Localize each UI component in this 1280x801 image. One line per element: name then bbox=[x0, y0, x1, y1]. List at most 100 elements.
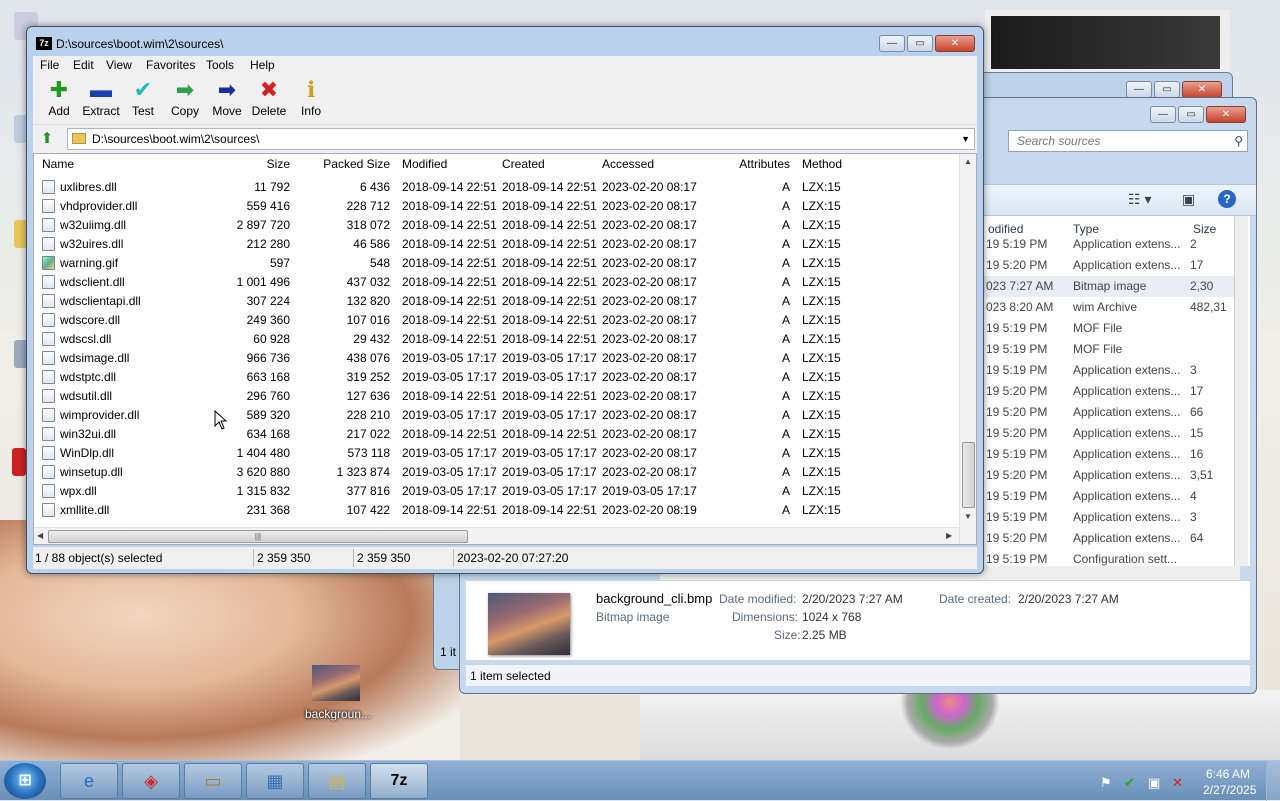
file-row[interactable]: wdsclientapi.dll 307 224 132 820 2018-09-14… bbox=[34, 292, 959, 311]
file-row[interactable]: uxlibres.dll 11 792 6 436 2018-09-14 22:51 2… bbox=[34, 178, 959, 197]
horizontal-scroll-thumb[interactable]: ||| bbox=[48, 530, 468, 543]
file-row[interactable]: vhdprovider.dll 559 416 228 712 2018-09-14 … bbox=[34, 197, 959, 216]
file-attributes: A bbox=[781, 427, 790, 441]
file-packed-size: 132 820 bbox=[346, 294, 390, 308]
flag-icon[interactable]: ⚑ bbox=[1100, 775, 1112, 791]
windows-start-icon[interactable]: ⊞ bbox=[4, 763, 46, 799]
file-row[interactable]: wpx.dll 1 315 832 377 816 2019-03-05 17:17 2… bbox=[34, 482, 959, 501]
file-row[interactable]: wimprovider.dll 589 320 228 210 2019-03-05 … bbox=[34, 406, 959, 425]
file-packed-size: 217 022 bbox=[346, 427, 390, 441]
vertical-scroll-thumb[interactable] bbox=[962, 442, 975, 508]
file-row[interactable]: WinDlp.dll 1 404 480 573 118 2019-03-05 17:… bbox=[34, 444, 959, 463]
taskbar-7zip-button[interactable]: 7z bbox=[370, 763, 428, 799]
address-input[interactable]: D:\sources\boot.wim\2\sources\ ▼ bbox=[67, 128, 975, 150]
file-row[interactable]: wdscore.dll 249 360 107 016 2018-09-14 22:5… bbox=[34, 311, 959, 330]
file-row[interactable]: wdscsl.dll 60 928 29 432 2018-09-14 22:51 20… bbox=[34, 330, 959, 349]
move-button[interactable]: ➡ Move bbox=[205, 78, 249, 122]
file-row[interactable]: wdstptc.dll 663 168 319 252 2019-03-05 17:1… bbox=[34, 368, 959, 387]
vertical-scrollbar[interactable]: ▲ ▼ bbox=[959, 154, 976, 544]
preview-pane-icon[interactable]: ▣ bbox=[1182, 191, 1195, 208]
minimize-button[interactable]: — bbox=[1126, 81, 1152, 98]
menu-help[interactable]: Help bbox=[250, 58, 275, 72]
close-button[interactable]: ✕ bbox=[1182, 81, 1222, 98]
scroll-up-icon[interactable]: ▲ bbox=[964, 157, 972, 166]
copy-arrow-icon: ➡ bbox=[175, 77, 195, 102]
column-method[interactable]: Method bbox=[802, 157, 842, 171]
7zip-app-icon[interactable]: 7z bbox=[36, 37, 52, 50]
close-button[interactable]: ✕ bbox=[1206, 106, 1246, 123]
row-modified: 19 5:19 PM bbox=[986, 489, 1048, 503]
column-size[interactable]: Size bbox=[214, 157, 290, 171]
network-icon[interactable]: ▣ bbox=[1148, 775, 1160, 791]
scroll-left-icon[interactable]: ◀ bbox=[37, 531, 43, 540]
dropdown-arrow-icon[interactable]: ▼ bbox=[961, 134, 970, 144]
column-modified[interactable]: Modified bbox=[402, 157, 447, 171]
file-row[interactable]: wdsutil.dll 296 760 127 636 2018-09-14 22:5… bbox=[34, 387, 959, 406]
menu-tools[interactable]: Tools bbox=[206, 58, 234, 72]
column-accessed[interactable]: Accessed bbox=[602, 157, 654, 171]
explorer-vertical-scrollbar[interactable] bbox=[1234, 216, 1248, 566]
taskbar-file-explorer-button[interactable]: ▤ bbox=[308, 763, 366, 799]
menu-favorites[interactable]: Favorites bbox=[146, 58, 195, 72]
dll-file-icon bbox=[42, 465, 55, 479]
taskbar-red-app-button[interactable]: ◈ bbox=[122, 763, 180, 799]
search-icon[interactable]: ⚲ bbox=[1234, 134, 1243, 148]
row-type: MOF File bbox=[1073, 342, 1123, 356]
scroll-right-icon[interactable]: ▶ bbox=[946, 531, 952, 540]
taskbar-internet-explorer-button[interactable]: e bbox=[60, 763, 118, 799]
file-row[interactable]: wdsimage.dll 966 736 438 076 2019-03-05 17:… bbox=[34, 349, 959, 368]
minimize-button[interactable]: — bbox=[1150, 106, 1176, 123]
minimize-button[interactable]: — bbox=[879, 35, 905, 52]
view-options-icon[interactable]: ☷ ▾ bbox=[1128, 191, 1151, 208]
file-size: 663 168 bbox=[246, 370, 290, 384]
extract-button[interactable]: ▬ Extract bbox=[79, 78, 123, 122]
file-attributes: A bbox=[781, 389, 790, 403]
file-row[interactable]: win32ui.dll 634 168 217 022 2018-09-14 22:5… bbox=[34, 425, 959, 444]
desktop-bitmap-label[interactable]: backgroun... bbox=[300, 707, 376, 721]
maximize-button[interactable]: ▭ bbox=[907, 35, 933, 52]
column-name[interactable]: Name bbox=[42, 157, 74, 171]
column-packed-size[interactable]: Packed Size bbox=[300, 157, 390, 171]
help-icon[interactable]: ? bbox=[1218, 190, 1236, 208]
close-button[interactable]: ✕ bbox=[935, 35, 975, 52]
7zip-titlebar[interactable]: 7z D:\sources\boot.wim\2\sources\ — ▭ ✕ bbox=[27, 27, 983, 57]
file-row[interactable]: w32uires.dll 212 280 46 586 2018-09-14 22:5… bbox=[34, 235, 959, 254]
menu-view[interactable]: View bbox=[106, 58, 132, 72]
file-row[interactable]: warning.gif 597 548 2018-09-14 22:51 2018-09… bbox=[34, 254, 959, 273]
maximize-button[interactable]: ▭ bbox=[1154, 81, 1180, 98]
file-row[interactable]: wdsclient.dll 1 001 496 437 032 2018-09-14 … bbox=[34, 273, 959, 292]
file-row[interactable]: w32uiimg.dll 2 897 720 318 072 2018-09-14 2… bbox=[34, 216, 959, 235]
row-size: 482,31 bbox=[1190, 300, 1227, 314]
desktop-bitmap-icon[interactable] bbox=[312, 665, 360, 701]
file-attributes: A bbox=[781, 503, 790, 517]
file-attributes: A bbox=[781, 256, 790, 270]
copy-button[interactable]: ➡ Copy bbox=[163, 78, 207, 122]
clock-time[interactable]: 6:46 AM bbox=[1206, 767, 1250, 781]
file-created: 2018-09-14 22:51 bbox=[502, 313, 597, 327]
info-button[interactable]: ℹ Info bbox=[289, 78, 333, 122]
menu-file[interactable]: File bbox=[40, 58, 59, 72]
column-attributes[interactable]: Attributes bbox=[714, 157, 790, 171]
test-button[interactable]: ✔ Test bbox=[121, 78, 165, 122]
desktop-red-icon[interactable] bbox=[12, 448, 26, 476]
taskbar-archive-box-button[interactable]: ▭ bbox=[184, 763, 242, 799]
up-folder-icon[interactable]: ⬆ bbox=[38, 130, 56, 148]
volume-muted-icon[interactable]: ✕ bbox=[1172, 775, 1183, 791]
maximize-button[interactable]: ▭ bbox=[1178, 106, 1204, 123]
add-button[interactable]: ✚ Add bbox=[37, 78, 81, 122]
file-row[interactable]: winsetup.dll 3 620 880 1 323 874 2019-03-05… bbox=[34, 463, 959, 482]
horizontal-scrollbar[interactable]: ◀ ||| ▶ bbox=[34, 527, 959, 544]
column-created[interactable]: Created bbox=[502, 157, 545, 171]
clock-date[interactable]: 2/27/2025 bbox=[1203, 783, 1256, 797]
delete-button[interactable]: ✖ Delete bbox=[247, 78, 291, 122]
taskbar-control-panel-button[interactable]: ▦ bbox=[246, 763, 304, 799]
scroll-down-icon[interactable]: ▼ bbox=[964, 512, 972, 521]
file-row[interactable]: xmllite.dll 231 368 107 422 2018-09-14 22:5… bbox=[34, 501, 959, 520]
date-modified-label: Date modified: bbox=[719, 592, 797, 606]
menu-edit[interactable]: Edit bbox=[73, 58, 94, 72]
file-method: LZX:15 bbox=[802, 294, 841, 308]
security-icon[interactable]: ✔ bbox=[1124, 775, 1135, 791]
file-method: LZX:15 bbox=[802, 199, 841, 213]
search-input[interactable]: Search sources ⚲ bbox=[1008, 130, 1248, 152]
show-desktop-button[interactable] bbox=[1266, 761, 1280, 801]
